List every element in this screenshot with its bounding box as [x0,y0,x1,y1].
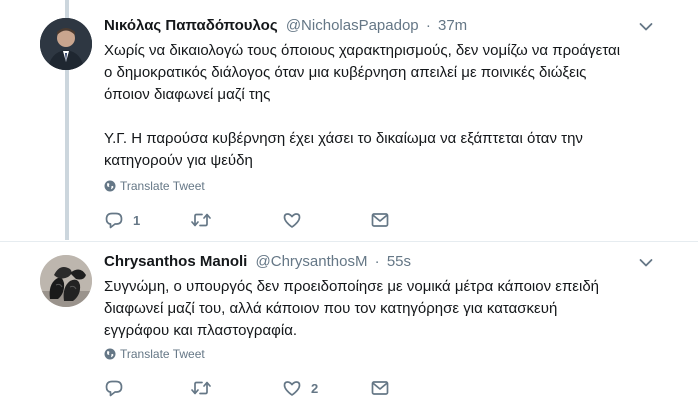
tweet-text-line: ο δημοκρατικός διάλογος όταν μια κυβέρνη… [104,64,587,81]
retweet-icon [190,210,212,230]
tweet-header: Νικόλας Παπαδόπουλος @NicholasPapadop · … [104,16,467,36]
reply-icon [104,378,124,398]
reply-button[interactable]: 1 [104,210,140,230]
tweet-actions: 2 [104,378,404,398]
separator-dot: · [374,253,380,270]
tweet-header: Chrysanthos Manoli @ChrysanthosM · 55s [104,252,411,272]
heart-icon [282,378,302,398]
envelope-icon [370,378,390,398]
reply-icon [104,210,124,230]
author-name[interactable]: Νικόλας Παπαδόπουλος [104,17,278,34]
reply-count: 1 [133,212,141,228]
translate-tweet-link[interactable]: Translate Tweet [104,346,205,362]
tweet-text-line: διαφωνεί μαζί του, αλλά κάποιον που τον … [104,300,558,317]
tweet[interactable]: Chrysanthos Manoli @ChrysanthosM · 55s Σ… [0,242,698,407]
tweet-text-line: κατηγορούν για ψεύδη [104,152,253,169]
avatar[interactable] [40,255,92,307]
envelope-icon [370,210,390,230]
chevron-down-icon[interactable] [639,22,653,32]
tweet-thread: Νικόλας Παπαδόπουλος @NicholasPapadop · … [0,0,698,407]
translate-tweet-link[interactable]: Translate Tweet [104,178,205,194]
translate-label: Translate Tweet [120,347,205,361]
tweet-text: Συγνώμη, ο υπουργός δεν προειδοποίησε με… [104,276,674,342]
tweet-timestamp[interactable]: 37m [438,17,467,34]
separator-dot: · [425,17,431,34]
globe-icon [104,348,116,360]
tweet-text-line: εγγράφου και πλαστογραφία. [104,322,298,339]
tweet-text-line: Συγνώμη, ο υπουργός δεν προειδοποίησε με… [104,278,600,295]
heart-icon [282,210,302,230]
translate-label: Translate Tweet [120,179,205,193]
avatar[interactable] [40,18,92,70]
reply-button[interactable] [104,378,133,398]
chevron-down-icon[interactable] [639,258,653,268]
tweet-actions: 1 [104,210,404,230]
tweet-text-line: όποιον διαφωνεί μαζί της [104,86,271,103]
tweet-timestamp[interactable]: 55s [387,253,411,270]
direct-message-button[interactable] [370,210,390,230]
retweet-button[interactable] [190,210,221,230]
like-count: 2 [311,380,319,396]
retweet-icon [190,378,212,398]
tweet[interactable]: Νικόλας Παπαδόπουλος @NicholasPapadop · … [0,0,698,242]
globe-icon [104,180,116,192]
retweet-button[interactable] [190,378,221,398]
tweet-text: Χωρίς να δικαιολογώ τους όποιους χαρακτη… [104,40,674,172]
tweet-text-line: Υ.Γ. Η παρούσα κυβέρνηση έχει χάσει το δ… [104,130,583,147]
author-handle[interactable]: @ChrysanthosM [256,253,368,270]
like-button[interactable]: 2 [282,378,318,398]
author-handle[interactable]: @NicholasPapadop [286,17,419,34]
tweet-text-line: Χωρίς να δικαιολογώ τους όποιους χαρακτη… [104,42,621,59]
author-name[interactable]: Chrysanthos Manoli [104,253,247,270]
direct-message-button[interactable] [370,378,390,398]
like-button[interactable] [282,210,311,230]
